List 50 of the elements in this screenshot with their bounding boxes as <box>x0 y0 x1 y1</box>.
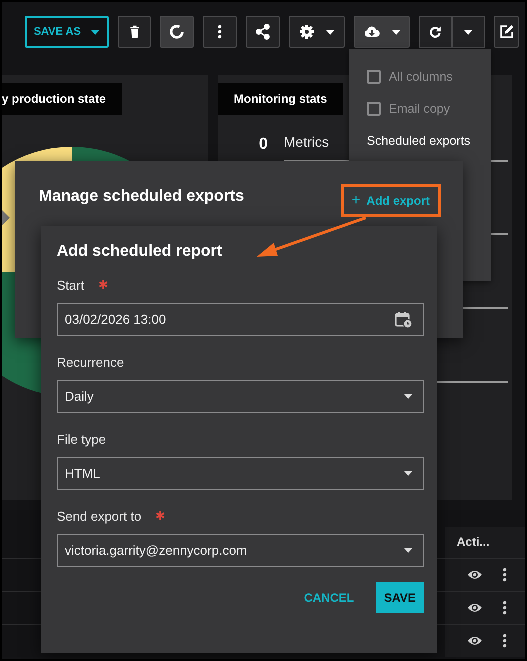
select-field[interactable]: HTML <box>57 457 424 490</box>
field-label: File type <box>57 432 106 446</box>
panel-title: Monitoring stats <box>218 83 344 115</box>
add-icon: + <box>352 192 361 209</box>
more-icon <box>503 567 507 583</box>
trash-icon <box>128 24 142 40</box>
field-label: Recurrence <box>57 354 124 370</box>
caret-icon <box>91 30 100 34</box>
required-mark: ✱ <box>98 278 108 292</box>
select-field[interactable]: Daily <box>57 380 424 413</box>
caret-icon <box>404 548 413 553</box>
pointer-icon <box>2 210 10 226</box>
refresh-options-button[interactable] <box>452 16 485 48</box>
caret-icon <box>326 30 335 34</box>
more-button[interactable] <box>203 16 237 48</box>
select-field[interactable]: victoria.garrity@zennycorp.com <box>57 534 424 567</box>
field-label: Start <box>57 278 84 292</box>
menu-item[interactable]: Scheduled exports <box>349 125 491 157</box>
calendar-icon <box>395 310 413 328</box>
panel-title: y production state <box>2 83 122 115</box>
cancel-button[interactable]: CANCEL <box>298 582 360 612</box>
export-button[interactable] <box>354 16 410 48</box>
dialog-title: Add scheduled report <box>57 243 222 261</box>
loading-button[interactable] <box>160 16 194 48</box>
refresh-icon <box>428 24 443 40</box>
settings-button[interactable] <box>289 16 345 48</box>
refresh-button[interactable] <box>419 16 452 48</box>
cloud-download-icon <box>363 24 381 40</box>
dialog-title: Manage scheduled exports <box>39 187 244 206</box>
save-button[interactable]: SAVE <box>376 582 424 613</box>
caret-icon <box>464 30 473 34</box>
date-time-field[interactable]: 03/02/2026 13:00 <box>57 303 424 336</box>
share-icon <box>255 24 271 40</box>
save-as-button[interactable]: SAVE AS <box>25 16 109 48</box>
share-button[interactable] <box>246 16 280 48</box>
required-mark: ✱ <box>156 509 166 523</box>
caret-icon <box>392 30 401 34</box>
caret-icon <box>404 394 413 399</box>
caret-icon <box>404 471 413 476</box>
more-icon <box>503 600 507 616</box>
column-header: Acti... <box>445 527 525 558</box>
settings-icon <box>299 24 315 40</box>
stat-value: 0 <box>258 136 269 154</box>
edit-icon <box>498 24 514 40</box>
add-export-button[interactable]: + Add export <box>340 184 441 217</box>
loading-icon <box>169 24 185 40</box>
edit-button[interactable] <box>494 16 519 48</box>
field-label: Send export to <box>57 508 142 524</box>
delete-button[interactable] <box>118 16 151 48</box>
more-icon <box>503 633 507 649</box>
